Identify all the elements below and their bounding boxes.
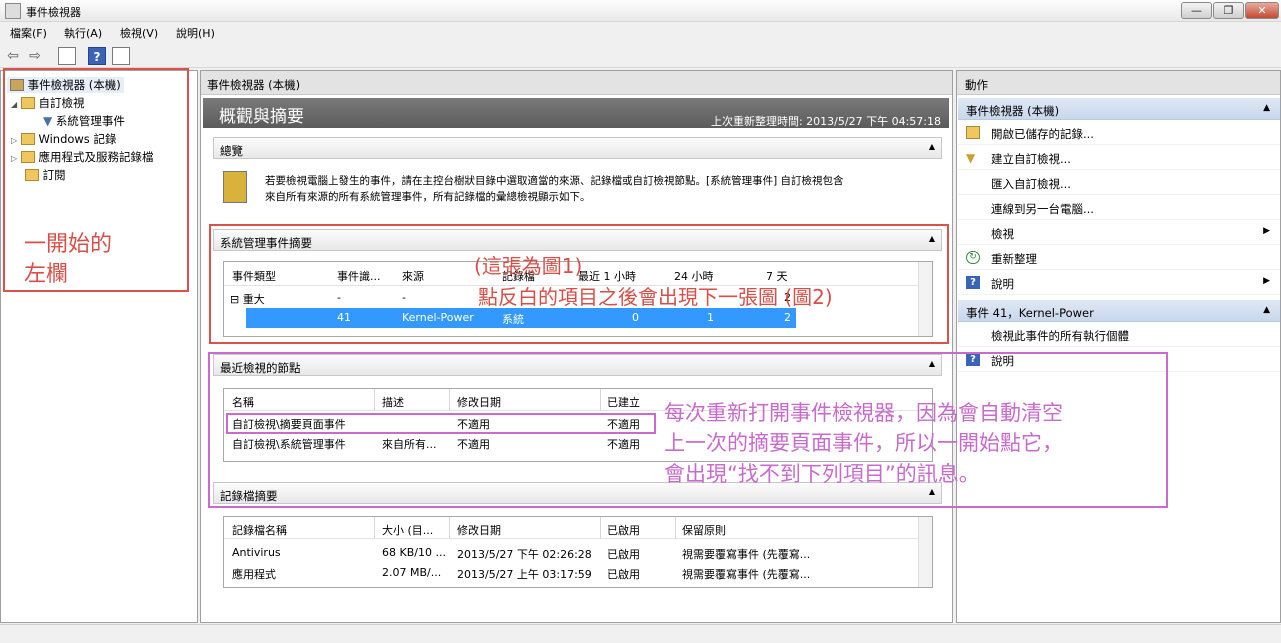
submenu-arrow-icon: ▶ [1263,226,1270,236]
annotation-purple-line1: 每次重新打開事件檢視器，因為會自動清空 [664,401,1063,425]
submenu-arrow-icon: ▶ [1263,276,1270,286]
forward-arrow-icon[interactable]: ⇨ [26,47,44,65]
table-cell: Antivirus [232,546,281,559]
actions-group-event-41[interactable]: 事件 41，Kernel-Power ▲ [958,300,1280,322]
collapse-triangle-icon[interactable]: ▲ [929,142,935,151]
actions-pane: 動作 事件檢視器 (本機) ▲ 開啟已儲存的記錄... ▼ 建立自訂檢視... … [956,70,1281,623]
action-open-saved-log[interactable]: 開啟已儲存的記錄... [958,121,1280,145]
actions-group-title: 事件 41，Kernel-Power [966,306,1094,320]
table-row[interactable]: Antivirus 68 KB/10 ... 2013/5/27 下午 02:2… [224,543,918,563]
table-header-row: 記錄檔名稱 大小 (目... 修改日期 已啟用 保留原則 [224,517,918,539]
action-label: 重新整理 [991,252,1037,266]
table-cell: 2.07 MB/... [382,566,442,579]
log-summary-table: 記錄檔名稱 大小 (目... 修改日期 已啟用 保留原則 Antivirus 6… [223,516,933,588]
minimize-button[interactable]: — [1181,2,1212,19]
event-log-overview-icon [223,171,247,203]
menu-action[interactable]: 執行(A) [64,25,102,41]
table-cell: 68 KB/10 ... [382,546,446,559]
annotation-purple-line2: 上一次的摘要頁面事件，所以一開始點它， [664,431,1063,455]
close-button[interactable]: ✕ [1245,2,1279,19]
table-row[interactable]: 應用程式 2.07 MB/... 2013/5/27 上午 03:17:59 已… [224,563,918,583]
open-folder-icon [966,126,980,139]
menu-bar: 檔案(F) 執行(A) 檢視(V) 說明(H) [0,22,1281,42]
menu-view[interactable]: 檢視(V) [120,25,158,41]
column-divider [449,517,450,539]
show-hide-action-pane-icon[interactable] [112,47,130,65]
title-bar: 事件檢視器 — ❐ ✕ [0,0,1281,22]
column-header[interactable]: 修改日期 [457,522,501,538]
column-divider [374,517,375,539]
column-header[interactable]: 已啟用 [607,522,640,538]
column-divider [600,517,601,539]
show-hide-console-tree-icon[interactable] [58,47,76,65]
actions-header: 動作 [957,71,1280,95]
table-cell: 應用程式 [232,568,276,581]
action-label: 開啟已儲存的記錄... [991,127,1094,141]
action-view-all-instances[interactable]: 檢視此事件的所有執行個體 [958,323,1280,347]
collapse-triangle-icon[interactable]: ▲ [1263,305,1270,315]
action-view[interactable]: 檢視 ▶ [958,221,1280,245]
annotation-left-line1: 一開始的 [24,232,113,257]
menu-file[interactable]: 檔案(F) [10,25,47,41]
refresh-icon: ↻ [966,251,980,264]
table-cell: 視需要覆寫事件 (先覆寫... [682,548,811,561]
overview-section-header[interactable]: 總覽 ▲ [213,137,942,159]
annotation-fig1-detail: 點反白的項目之後會出現下一張圖 (圖2) [478,285,833,309]
overview-text-line2: 來自所有來源的所有系統管理事件，所有記錄檔的彙總檢視顯示如下。 [265,191,591,203]
maximize-button[interactable]: ❐ [1213,2,1244,19]
action-connect-another-computer[interactable]: 連線到另一台電腦... [958,196,1280,220]
collapse-triangle-icon[interactable]: ▲ [1263,103,1270,113]
table-cell: 2013/5/27 下午 02:26:28 [457,548,592,561]
annotation-purple-line3: 會出現“找不到下列項目”的訊息。 [664,462,980,486]
table-cell: 已啟用 [607,548,640,561]
overview-title: 總覽 [220,144,243,158]
action-label: 檢視此事件的所有執行個體 [991,329,1129,343]
vertical-scrollbar[interactable] [918,517,932,587]
overview-text-line1: 若要檢視電腦上發生的事件，請在主控台樹狀目錄中選取適當的來源、記錄檔或自訂檢視節… [265,175,844,187]
annotation-purple-box-row [226,413,656,434]
page-title: 概觀與摘要 [219,107,304,127]
column-header[interactable]: 記錄檔名稱 [232,522,287,538]
overview-banner: 概觀與摘要 上次重新整理時間: 2013/5/27 下午 04:57:18 [203,98,949,128]
table-cell: 視需要覆寫事件 (先覆寫... [682,568,811,581]
annotation-left-line2: 左欄 [24,262,69,287]
last-refresh-time: 上次重新整理時間: 2013/5/27 下午 04:57:18 [710,115,941,128]
window-title: 事件檢視器 [26,6,81,19]
table-cell: 已啟用 [607,568,640,581]
center-pane: 事件檢視器 (本機) 概觀與摘要 上次重新整理時間: 2013/5/27 下午 … [200,70,953,623]
menu-help[interactable]: 說明(H) [176,25,215,41]
actions-group-event-viewer[interactable]: 事件檢視器 (本機) ▲ [958,98,1280,120]
center-pane-header: 事件檢視器 (本機) [201,71,952,95]
help-icon[interactable]: ? [88,47,106,65]
annotation-fig1: (這張為圖1) [474,254,583,278]
table-cell: 2013/5/27 上午 03:17:59 [457,568,592,581]
action-refresh[interactable]: ↻ 重新整理 [958,246,1280,270]
column-header[interactable]: 大小 (目... [382,522,433,538]
action-create-custom-view[interactable]: ▼ 建立自訂檢視... [958,146,1280,170]
action-label: 連線到另一台電腦... [991,202,1094,216]
column-header[interactable]: 保留原則 [682,522,726,538]
event-viewer-app-icon [5,3,21,19]
help-icon: ? [966,276,980,289]
column-divider [675,517,676,539]
action-label: 匯入自訂檢視... [991,177,1071,191]
center-header-title: 事件檢視器 (本機) [207,78,301,92]
action-label: 檢視 [991,227,1014,241]
status-bar [0,624,1281,643]
action-label: 說明 [991,277,1014,291]
filter-funnel-icon: ▼ [966,151,976,165]
toolbar: ⇦ ⇨ ? [0,44,1281,68]
action-help[interactable]: ? 說明 ▶ [958,271,1280,295]
back-arrow-icon[interactable]: ⇦ [4,47,22,65]
actions-group-title: 事件檢視器 (本機) [966,104,1060,118]
action-label: 建立自訂檢視... [991,152,1071,166]
action-import-custom-view[interactable]: 匯入自訂檢視... [958,171,1280,195]
